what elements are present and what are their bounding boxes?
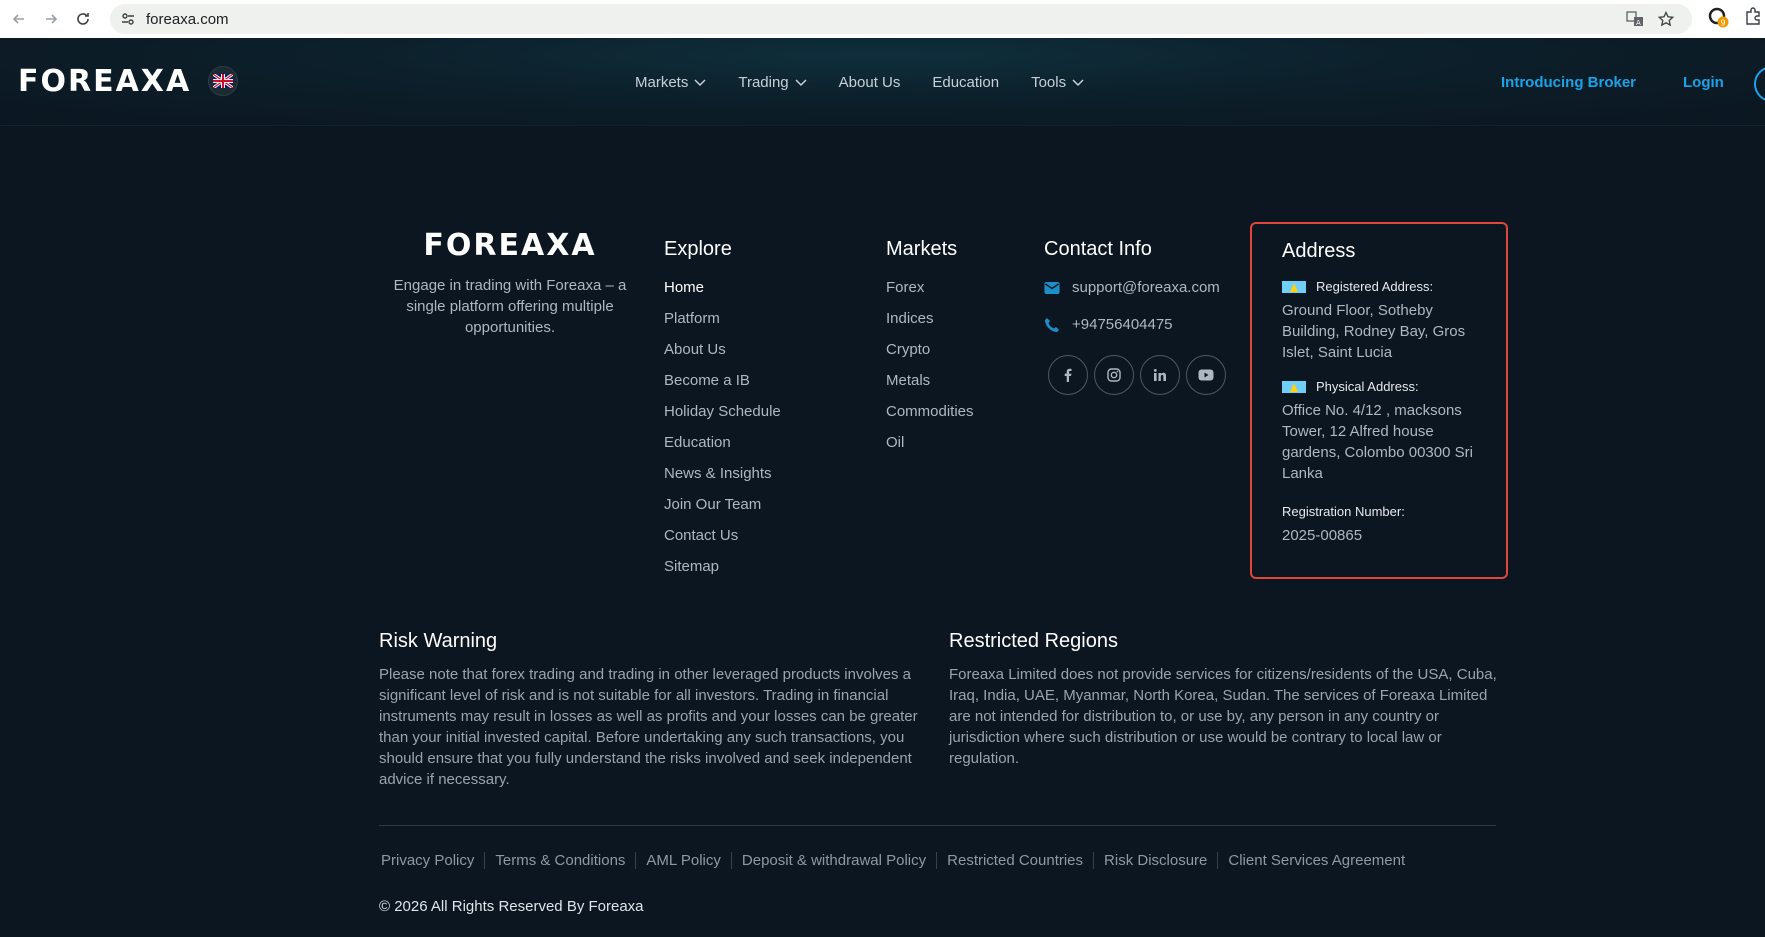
chevron-down-icon xyxy=(795,78,807,86)
language-flag-uk-icon[interactable] xyxy=(208,66,238,96)
explore-link-contact-us[interactable]: Contact Us xyxy=(664,527,781,558)
explore-link-become-ib[interactable]: Become a IB xyxy=(664,372,781,403)
header-logo[interactable]: FOREAXA xyxy=(18,64,191,99)
nav-education-label: Education xyxy=(932,74,1000,91)
explore-link-news[interactable]: News & Insights xyxy=(664,465,781,496)
nav-trading-label: Trading xyxy=(738,74,789,91)
url-text: foreaxa.com xyxy=(146,10,229,28)
bookmark-star-icon[interactable] xyxy=(1657,10,1675,32)
extension-icon[interactable]: 9 xyxy=(1708,7,1730,34)
restricted-countries-link[interactable]: Restricted Countries xyxy=(947,852,1095,869)
physical-address-label: Physical Address: xyxy=(1282,379,1506,394)
registration-number: 2025-00865 xyxy=(1282,527,1363,544)
contact-column: Contact Info support@foreaxa.com +947564… xyxy=(1044,238,1244,395)
restricted-regions: Restricted Regions Foreaxa Limited does … xyxy=(949,630,1497,769)
nav-about-us-label: About Us xyxy=(838,74,901,91)
back-icon[interactable] xyxy=(6,6,32,32)
risk-warning-title: Risk Warning xyxy=(379,630,498,652)
saint-lucia-flag-icon xyxy=(1282,380,1306,393)
markets-link-oil[interactable]: Oil xyxy=(886,434,974,465)
risk-warning: Risk Warning Please note that forex trad… xyxy=(379,630,927,790)
markets-link-metals[interactable]: Metals xyxy=(886,372,974,403)
chevron-down-icon xyxy=(1072,78,1084,86)
registered-address-text: Ground Floor, Sotheby Building, Rodney B… xyxy=(1282,302,1466,361)
address-title: Address xyxy=(1282,240,1356,262)
registration-number-label: Registration Number: xyxy=(1282,504,1405,519)
policy-links: Privacy Policy Terms & Conditions AML Po… xyxy=(381,852,1425,869)
markets-title: Markets xyxy=(886,238,958,260)
contact-phone-text: +94756404475 xyxy=(1072,316,1173,333)
copyright: © 2026 All Rights Reserved By Foreaxa xyxy=(379,898,644,915)
footer-divider xyxy=(379,825,1496,826)
registered-address-label-text: Registered Address: xyxy=(1316,279,1434,294)
phone-icon xyxy=(1045,317,1059,332)
explore-link-platform[interactable]: Platform xyxy=(664,310,781,341)
address-section: Address Registered Address: Ground Floor… xyxy=(1250,222,1508,579)
markets-link-crypto[interactable]: Crypto xyxy=(886,341,974,372)
reload-icon[interactable] xyxy=(70,6,96,32)
browser-toolbar: foreaxa.com A 9 xyxy=(0,0,1765,38)
instagram-icon[interactable] xyxy=(1094,355,1134,395)
linkedin-icon[interactable] xyxy=(1140,355,1180,395)
chevron-down-icon xyxy=(694,78,706,86)
explore-link-about-us[interactable]: About Us xyxy=(664,341,781,372)
introducing-broker-link[interactable]: Introducing Broker xyxy=(1501,74,1636,91)
footer-brand: FOREAXA Engage in trading with Foreaxa –… xyxy=(380,228,640,338)
explore-link-holiday-schedule[interactable]: Holiday Schedule xyxy=(664,403,781,434)
nav-markets-label: Markets xyxy=(635,74,689,91)
physical-address-text: Office No. 4/12 , macksons Tower, 12 Alf… xyxy=(1282,402,1473,482)
mail-icon xyxy=(1044,281,1060,294)
nav-about-us[interactable]: About Us xyxy=(839,74,901,91)
explore-link-join-team[interactable]: Join Our Team xyxy=(664,496,781,527)
brand-description: Engage in trading with Foreaxa – a singl… xyxy=(393,277,627,336)
extensions-puzzle-icon[interactable] xyxy=(1744,7,1762,30)
registered-address-label: Registered Address: xyxy=(1282,279,1506,294)
facebook-icon[interactable] xyxy=(1048,355,1088,395)
markets-link-forex[interactable]: Forex xyxy=(886,279,974,310)
physical-address-label-text: Physical Address: xyxy=(1316,379,1419,394)
youtube-icon[interactable] xyxy=(1186,355,1226,395)
risk-disclosure-link[interactable]: Risk Disclosure xyxy=(1104,852,1219,869)
aml-policy-link[interactable]: AML Policy xyxy=(646,852,732,869)
explore-links: Home Platform About Us Become a IB Holid… xyxy=(664,279,781,589)
restricted-regions-title: Restricted Regions xyxy=(949,630,1118,652)
main-nav: Markets Trading About Us Education Tools xyxy=(635,74,1084,91)
client-services-agreement-link[interactable]: Client Services Agreement xyxy=(1228,852,1415,869)
site-header: FOREAXA Markets Trading About Us Educati… xyxy=(0,38,1765,126)
markets-link-commodities[interactable]: Commodities xyxy=(886,403,974,434)
nav-trading[interactable]: Trading xyxy=(738,74,807,91)
site-settings-icon[interactable] xyxy=(120,11,136,32)
register-button-edge[interactable] xyxy=(1754,66,1765,102)
contact-title: Contact Info xyxy=(1044,238,1152,260)
explore-link-education[interactable]: Education xyxy=(664,434,781,465)
explore-link-sitemap[interactable]: Sitemap xyxy=(664,558,781,589)
social-links xyxy=(1048,355,1244,395)
nav-education[interactable]: Education xyxy=(932,74,999,91)
forward-icon[interactable] xyxy=(38,6,64,32)
extension-badge: 9 xyxy=(1721,19,1726,28)
saint-lucia-flag-icon xyxy=(1282,280,1306,293)
nav-tools[interactable]: Tools xyxy=(1031,74,1084,91)
restricted-regions-text: Foreaxa Limited does not provide service… xyxy=(949,666,1497,767)
explore-column: Explore Home Platform About Us Become a … xyxy=(664,238,781,589)
explore-link-home[interactable]: Home xyxy=(664,279,781,310)
markets-column: Markets Forex Indices Crypto Metals Comm… xyxy=(886,238,974,465)
markets-links: Forex Indices Crypto Metals Commodities … xyxy=(886,279,974,465)
risk-warning-text: Please note that forex trading and tradi… xyxy=(379,666,918,788)
terms-conditions-link[interactable]: Terms & Conditions xyxy=(495,852,637,869)
nav-tools-label: Tools xyxy=(1031,74,1067,91)
contact-email-text: support@foreaxa.com xyxy=(1072,279,1220,296)
explore-title: Explore xyxy=(664,238,732,260)
nav-markets[interactable]: Markets xyxy=(635,74,706,91)
deposit-withdrawal-policy-link[interactable]: Deposit & withdrawal Policy xyxy=(742,852,938,869)
address-bar[interactable]: foreaxa.com A xyxy=(110,4,1692,34)
privacy-policy-link[interactable]: Privacy Policy xyxy=(381,852,486,869)
contact-phone[interactable]: +94756404475 xyxy=(1044,316,1244,333)
translate-icon[interactable]: A xyxy=(1626,11,1644,32)
contact-email[interactable]: support@foreaxa.com xyxy=(1044,279,1244,296)
svg-text:A: A xyxy=(1636,19,1641,27)
markets-link-indices[interactable]: Indices xyxy=(886,310,974,341)
login-link[interactable]: Login xyxy=(1683,74,1724,91)
footer-logo[interactable]: FOREAXA xyxy=(380,228,640,263)
